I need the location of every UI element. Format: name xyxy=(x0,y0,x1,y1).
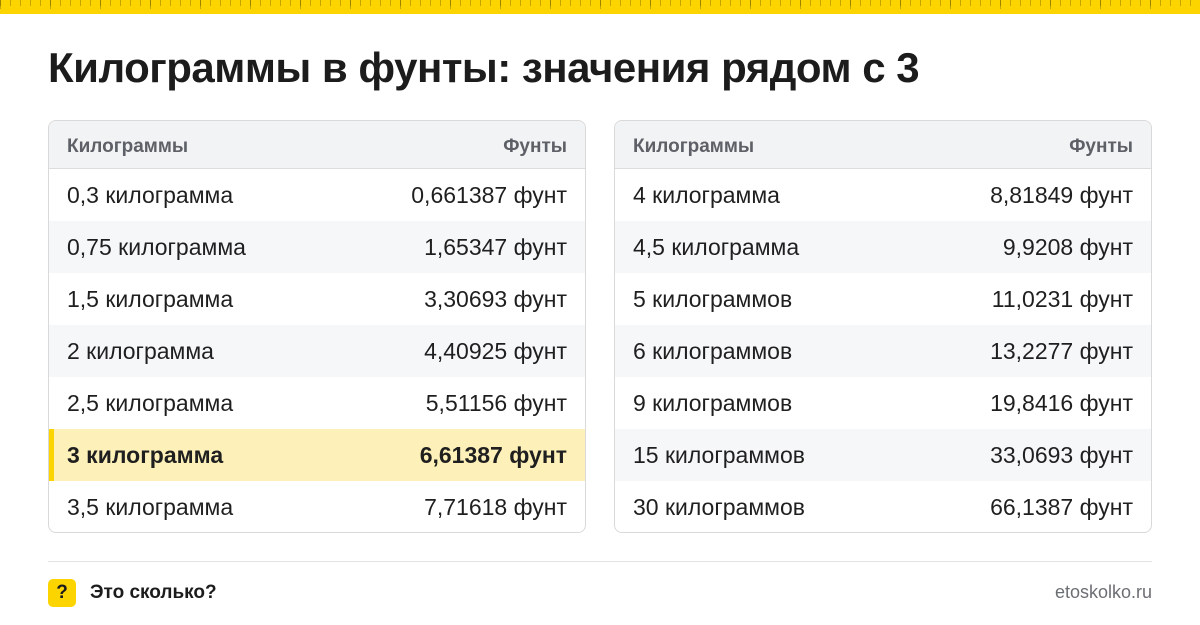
table-row: 30 килограммов 66,1387 фунт xyxy=(615,481,1151,532)
column-header-pounds: Фунты xyxy=(503,135,567,157)
kg-cell: 4 килограмма xyxy=(633,181,780,208)
lb-cell: 1,65347 фунт xyxy=(424,233,567,260)
lb-cell: 6,61387 фунт xyxy=(419,441,567,468)
kg-cell: 2,5 килограмма xyxy=(67,389,234,416)
kg-cell: 9 килограммов xyxy=(633,389,793,416)
lb-cell: 13,2277 фунт xyxy=(990,337,1133,364)
table-row: 0,3 килограмма 0,661387 фунт xyxy=(49,169,585,221)
table-row: 4,5 килограмма 9,9208 фунт xyxy=(615,221,1151,273)
brand-logo[interactable]: ? Это сколько? xyxy=(48,579,217,607)
table-row: 4 килограмма 8,81849 фунт xyxy=(615,169,1151,221)
lb-cell: 0,661387 фунт xyxy=(411,181,567,208)
kg-cell: 15 килограммов xyxy=(633,441,805,468)
conversion-table-left: Килограммы Фунты 0,3 килограмма 0,661387… xyxy=(48,120,586,533)
lb-cell: 5,51156 фунт xyxy=(425,389,567,416)
kg-cell: 2 килограмма xyxy=(67,337,214,364)
kg-cell: 0,3 килограмма xyxy=(67,181,234,208)
table-row: 1,5 килограмма 3,30693 фунт xyxy=(49,273,585,325)
table-row: 2,5 килограмма 5,51156 фунт xyxy=(49,377,585,429)
kg-cell: 0,75 килограмма xyxy=(67,233,246,260)
kg-cell: 30 килограммов xyxy=(633,493,805,520)
table-header: Килограммы Фунты xyxy=(615,121,1151,169)
site-link[interactable]: etoskolko.ru xyxy=(1055,582,1152,603)
table-row: 2 килограмма 4,40925 фунт xyxy=(49,325,585,377)
lb-cell: 9,9208 фунт xyxy=(1002,233,1133,260)
lb-cell: 66,1387 фунт xyxy=(990,493,1133,520)
kg-cell: 3,5 килограмма xyxy=(67,493,234,520)
table-header: Килограммы Фунты xyxy=(49,121,585,169)
table-row: 0,75 килограмма 1,65347 фунт xyxy=(49,221,585,273)
table-row: 6 килограммов 13,2277 фунт xyxy=(615,325,1151,377)
lb-cell: 4,40925 фунт xyxy=(424,337,567,364)
table-row: 3,5 килограмма 7,71618 фунт xyxy=(49,481,585,532)
brand-name: Это сколько? xyxy=(90,582,217,603)
column-header-pounds: Фунты xyxy=(1069,135,1133,157)
conversion-table-right: Килограммы Фунты 4 килограмма 8,81849 фу… xyxy=(614,120,1152,533)
table-row-highlighted: 3 килограмма 6,61387 фунт xyxy=(49,429,585,481)
footer-divider xyxy=(48,561,1152,562)
lb-cell: 7,71618 фунт xyxy=(424,493,567,520)
page-title: Килограммы в фунты: значения рядом с 3 xyxy=(48,44,920,91)
kg-cell: 6 килограммов xyxy=(633,337,793,364)
lb-cell: 11,0231 фунт xyxy=(991,285,1133,312)
table-row: 15 килограммов 33,0693 фунт xyxy=(615,429,1151,481)
table-row: 9 килограммов 19,8416 фунт xyxy=(615,377,1151,429)
lb-cell: 19,8416 фунт xyxy=(990,389,1133,416)
kg-cell: 4,5 килограмма xyxy=(633,233,800,260)
column-header-kilograms: Килограммы xyxy=(633,135,755,157)
kg-cell: 1,5 килограмма xyxy=(67,285,234,312)
lb-cell: 3,30693 фунт xyxy=(424,285,567,312)
kg-cell: 5 килограммов xyxy=(633,285,793,312)
table-row: 5 килограммов 11,0231 фунт xyxy=(615,273,1151,325)
kg-cell: 3 килограмма xyxy=(67,441,224,468)
question-mark-icon: ? xyxy=(48,579,76,607)
column-header-kilograms: Килограммы xyxy=(67,135,189,157)
lb-cell: 33,0693 фунт xyxy=(990,441,1133,468)
lb-cell: 8,81849 фунт xyxy=(990,181,1133,208)
ruler-decoration xyxy=(0,0,1200,14)
